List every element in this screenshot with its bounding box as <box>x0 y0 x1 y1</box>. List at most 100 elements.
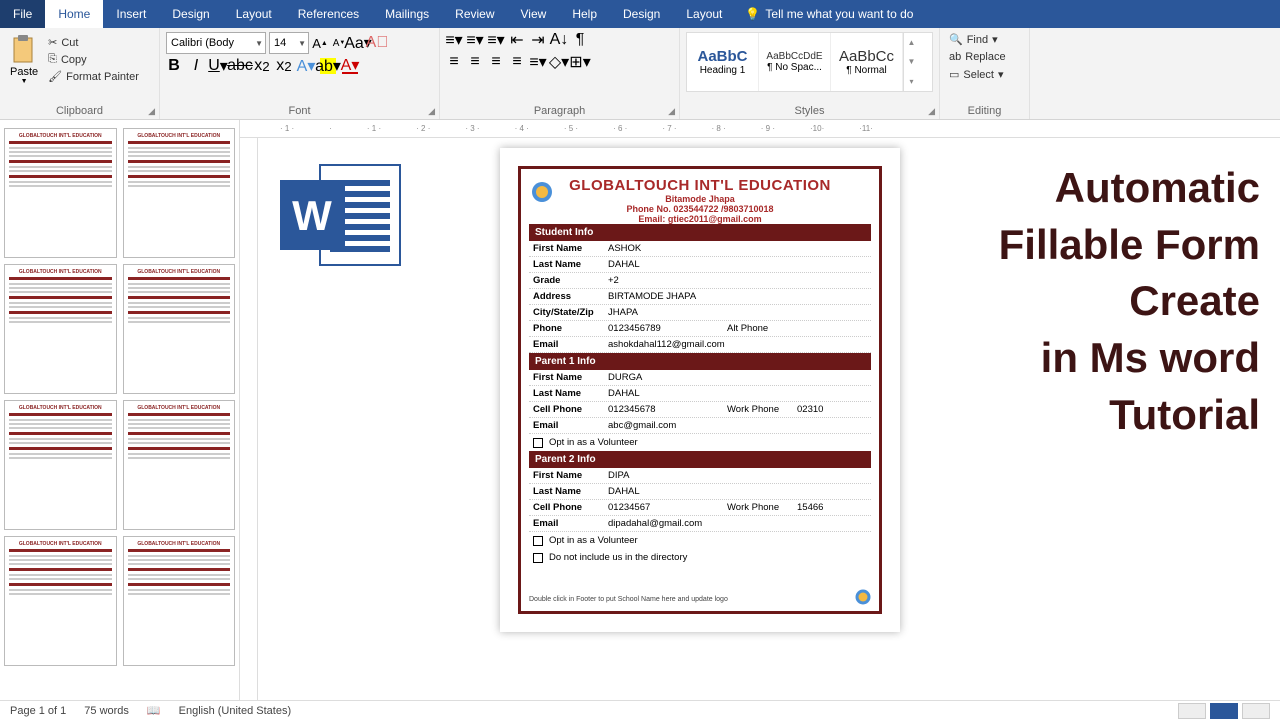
replace-button[interactable]: abReplace <box>946 50 1023 64</box>
page-thumbnail[interactable]: GLOBALTOUCH INT'L EDUCATION <box>4 536 117 666</box>
tab-layout2[interactable]: Layout <box>673 0 735 28</box>
page-thumbnail[interactable]: GLOBALTOUCH INT'L EDUCATION <box>123 536 236 666</box>
form-row[interactable]: City/State/ZipJHAPA <box>529 305 871 321</box>
clear-format-icon[interactable]: A⃠ <box>369 35 385 51</box>
form-value[interactable]: +2 <box>608 275 867 286</box>
style-heading1[interactable]: AaBbCHeading 1 <box>687 33 759 91</box>
paste-button[interactable]: Paste ▼ <box>6 32 42 87</box>
language-status[interactable]: English (United States) <box>179 705 292 717</box>
tab-review[interactable]: Review <box>442 0 507 28</box>
form-value[interactable]: BIRTAMODE JHAPA <box>608 291 867 302</box>
sort-icon[interactable]: A↓ <box>551 32 567 48</box>
page-thumbnail[interactable]: GLOBALTOUCH INT'L EDUCATION <box>123 400 236 530</box>
form-row[interactable]: Emailashokdahal112@gmail.com <box>529 337 871 353</box>
dialog-launcher-icon[interactable]: ◢ <box>928 106 935 117</box>
page-thumbnail[interactable]: GLOBALTOUCH INT'L EDUCATION <box>4 400 117 530</box>
form-value[interactable]: 0123456789 <box>608 323 727 334</box>
page-status[interactable]: Page 1 of 1 <box>10 705 66 717</box>
multilevel-icon[interactable]: ≡▾ <box>488 32 504 48</box>
copy-button[interactable]: ⎘Copy <box>45 52 142 67</box>
directory-checkbox[interactable]: Do not include us in the directory <box>529 549 871 566</box>
italic-icon[interactable]: I <box>188 58 204 74</box>
strike-icon[interactable]: abc <box>232 58 248 74</box>
form-row[interactable]: Last NameDAHAL <box>529 484 871 500</box>
print-layout-button[interactable] <box>1210 703 1238 719</box>
read-mode-button[interactable] <box>1178 703 1206 719</box>
font-color-icon[interactable]: A▾ <box>342 58 358 74</box>
align-left-icon[interactable]: ≡ <box>446 54 462 70</box>
form-row[interactable]: Emaildipadahal@gmail.com <box>529 516 871 532</box>
bullets-icon[interactable]: ≡▾ <box>446 32 462 48</box>
format-painter-button[interactable]: 🖌Format Painter <box>45 69 142 84</box>
form-row[interactable]: Last NameDAHAL <box>529 257 871 273</box>
tab-help[interactable]: Help <box>559 0 610 28</box>
grow-font-icon[interactable]: A▲ <box>312 35 328 51</box>
tab-view[interactable]: View <box>508 0 560 28</box>
volunteer1-checkbox[interactable]: Opt in as a Volunteer <box>529 434 871 451</box>
change-case-icon[interactable]: Aa▾ <box>350 35 366 51</box>
dialog-launcher-icon[interactable]: ◢ <box>148 106 155 117</box>
thumbnail-panel[interactable]: GLOBALTOUCH INT'L EDUCATION GLOBALTOUCH … <box>0 120 240 700</box>
form-value2[interactable] <box>797 323 867 334</box>
form-value[interactable]: dipadahal@gmail.com <box>608 518 867 529</box>
form-row[interactable]: Phone0123456789Alt Phone <box>529 321 871 337</box>
checkbox-icon[interactable] <box>533 553 543 563</box>
vertical-ruler[interactable] <box>240 138 258 700</box>
tab-file[interactable]: File <box>0 0 45 28</box>
superscript-icon[interactable]: x2 <box>276 58 292 74</box>
checkbox-icon[interactable] <box>533 438 543 448</box>
bold-icon[interactable]: B <box>166 58 182 74</box>
numbering-icon[interactable]: ≡▾ <box>467 32 483 48</box>
tab-references[interactable]: References <box>285 0 372 28</box>
web-layout-button[interactable] <box>1242 703 1270 719</box>
align-center-icon[interactable]: ≡ <box>467 54 483 70</box>
form-row[interactable]: AddressBIRTAMODE JHAPA <box>529 289 871 305</box>
style-normal[interactable]: AaBbCc¶ Normal <box>831 33 903 91</box>
horizontal-ruler[interactable]: · 1 ··· 1 ·· 2 ·· 3 ·· 4 ·· 5 ·· 6 ·· 7 … <box>240 120 1280 138</box>
form-value[interactable]: ashokdahal112@gmail.com <box>608 339 867 350</box>
justify-icon[interactable]: ≡ <box>509 54 525 70</box>
find-button[interactable]: 🔍Find ▾ <box>946 32 1023 47</box>
form-row[interactable]: First NameDIPA <box>529 468 871 484</box>
increase-indent-icon[interactable]: ⇥ <box>530 32 546 48</box>
text-effect-icon[interactable]: A▾ <box>298 58 314 74</box>
form-value[interactable]: DAHAL <box>608 259 867 270</box>
style-gallery[interactable]: AaBbCHeading 1 AaBbCcDdE¶ No Spac... AaB… <box>686 32 933 92</box>
volunteer2-checkbox[interactable]: Opt in as a Volunteer <box>529 532 871 549</box>
form-value[interactable]: DURGA <box>608 372 867 383</box>
page-thumbnail[interactable]: GLOBALTOUCH INT'L EDUCATION <box>123 128 236 258</box>
page-thumbnail[interactable]: GLOBALTOUCH INT'L EDUCATION <box>4 264 117 394</box>
select-button[interactable]: ▭Select ▾ <box>946 67 1023 82</box>
form-value[interactable]: JHAPA <box>608 307 867 318</box>
font-name-dropdown[interactable]: Calibri (Body▼ <box>166 32 266 54</box>
form-value[interactable]: DAHAL <box>608 388 867 399</box>
tab-design2[interactable]: Design <box>610 0 673 28</box>
tab-design[interactable]: Design <box>159 0 222 28</box>
font-size-dropdown[interactable]: 14▼ <box>269 32 309 54</box>
borders-icon[interactable]: ⊞▾ <box>572 54 588 70</box>
form-value2[interactable]: 02310 <box>797 404 867 415</box>
align-right-icon[interactable]: ≡ <box>488 54 504 70</box>
shading-icon[interactable]: ◇▾ <box>551 54 567 70</box>
form-row[interactable]: First NameASHOK <box>529 241 871 257</box>
tell-me-box[interactable]: 💡 Tell me what you want to do <box>735 0 923 28</box>
highlight-icon[interactable]: ab▾ <box>320 58 336 74</box>
tab-insert[interactable]: Insert <box>103 0 159 28</box>
form-value2[interactable]: 15466 <box>797 502 867 513</box>
subscript-icon[interactable]: x2 <box>254 58 270 74</box>
form-value[interactable]: 012345678 <box>608 404 727 415</box>
form-row[interactable]: Cell Phone01234567Work Phone15466 <box>529 500 871 516</box>
spell-check-icon[interactable]: 📖 <box>147 704 161 717</box>
style-scroll[interactable]: ▲▼▾ <box>903 33 919 91</box>
form-row[interactable]: Cell Phone012345678Work Phone02310 <box>529 402 871 418</box>
word-count[interactable]: 75 words <box>84 705 129 717</box>
dialog-launcher-icon[interactable]: ◢ <box>428 106 435 117</box>
form-row[interactable]: First NameDURGA <box>529 370 871 386</box>
decrease-indent-icon[interactable]: ⇤ <box>509 32 525 48</box>
cut-button[interactable]: ✂Cut <box>45 35 142 50</box>
form-value[interactable]: DIPA <box>608 470 867 481</box>
line-spacing-icon[interactable]: ≡▾ <box>530 54 546 70</box>
checkbox-icon[interactable] <box>533 536 543 546</box>
form-value[interactable]: DAHAL <box>608 486 867 497</box>
form-value[interactable]: abc@gmail.com <box>608 420 867 431</box>
